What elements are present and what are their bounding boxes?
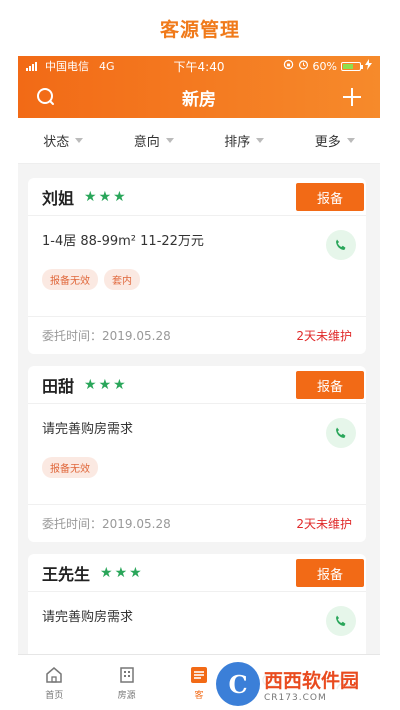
watermark-logo: C xyxy=(216,662,260,706)
phone-call-button[interactable] xyxy=(326,606,356,636)
filter-intent[interactable]: 意向 xyxy=(109,131,200,150)
watermark-name: 西西软件园 xyxy=(264,669,360,692)
maintenance-status: 2天未维护 xyxy=(296,517,352,531)
banner-title: 客源管理 xyxy=(159,18,240,41)
tag-list: 报备无效 xyxy=(42,437,352,478)
battery-percent: 60% xyxy=(312,59,337,73)
commission-date: 委托时间：2019.05.28 xyxy=(42,517,171,531)
maintenance-status: 2天未维护 xyxy=(296,329,352,343)
filter-bar: 状态 意向 排序 更多 xyxy=(18,118,380,164)
tab-label: 首页 xyxy=(45,690,64,701)
tab-label: 客 xyxy=(194,690,204,701)
phone-icon xyxy=(336,239,346,250)
app-store-banner: 客源管理 xyxy=(0,0,400,56)
filter-label: 意向 xyxy=(133,135,160,150)
filter-label: 更多 xyxy=(314,135,341,150)
report-button[interactable]: 报备 xyxy=(296,183,364,211)
phone-call-button[interactable] xyxy=(326,418,356,448)
phone-screen: 中国电信 4G 下午4:40 60% 新房 状态 意向 排序 更多 刘姐 ★★★… xyxy=(18,56,380,710)
star-rating: ★★★ xyxy=(84,188,128,205)
client-card[interactable]: 田甜 ★★★ 报备 请完善购房需求 报备无效 委托时间：2019.05.28 2… xyxy=(28,366,366,542)
clock: 下午4:40 xyxy=(173,59,225,74)
filter-status[interactable]: 状态 xyxy=(18,131,109,150)
watermark-url: CR173.COM xyxy=(264,692,327,703)
nav-bar: 新房 xyxy=(18,76,380,118)
chevron-down-icon xyxy=(75,138,84,143)
header: 中国电信 4G 下午4:40 60% 新房 xyxy=(18,56,380,118)
client-name: 田甜 xyxy=(42,376,75,396)
network-label: 4G xyxy=(99,59,115,73)
battery-icon xyxy=(341,61,363,71)
tag: 套内 xyxy=(104,269,140,290)
tag-list: 报备无效 套内 xyxy=(42,249,352,290)
chevron-down-icon xyxy=(165,138,174,143)
filter-label: 排序 xyxy=(224,135,251,150)
carrier-label: 中国电信 xyxy=(45,60,89,73)
chevron-down-icon xyxy=(346,138,355,143)
lock-rotation-icon xyxy=(283,59,294,73)
page-title: 新房 xyxy=(182,89,216,110)
list-icon xyxy=(191,666,208,683)
filter-more[interactable]: 更多 xyxy=(290,131,381,150)
client-requirements: 1-4居 88-99m² 11-22万元 xyxy=(42,234,204,249)
phone-call-button[interactable] xyxy=(326,230,356,260)
client-name: 王先生 xyxy=(42,564,91,584)
tab-listings[interactable]: 房源 xyxy=(90,655,162,710)
report-button[interactable]: 报备 xyxy=(296,371,364,399)
status-bar: 中国电信 4G 下午4:40 60% xyxy=(18,56,380,76)
star-rating: ★★★ xyxy=(84,376,128,393)
alarm-icon xyxy=(298,59,309,73)
tab-home[interactable]: 首页 xyxy=(18,655,90,710)
report-button[interactable]: 报备 xyxy=(296,559,364,587)
client-card[interactable]: 刘姐 ★★★ 报备 1-4居 88-99m² 11-22万元 报备无效 套内 委… xyxy=(28,178,366,354)
search-icon[interactable] xyxy=(32,83,60,111)
building-icon xyxy=(119,666,134,683)
site-watermark: C 西西软件园 CR173.COM xyxy=(210,660,396,708)
filter-sort[interactable]: 排序 xyxy=(199,131,290,150)
phone-icon xyxy=(336,615,346,626)
client-name: 刘姐 xyxy=(42,188,75,208)
plus-icon[interactable] xyxy=(338,83,366,111)
charging-icon xyxy=(365,59,372,73)
chevron-down-icon xyxy=(256,138,265,143)
signal-icon xyxy=(26,61,37,71)
home-icon xyxy=(46,666,62,683)
client-requirements: 请完善购房需求 xyxy=(42,610,134,625)
tag: 报备无效 xyxy=(42,457,98,478)
tag: 报备无效 xyxy=(42,269,98,290)
star-rating: ★★★ xyxy=(100,564,144,581)
client-requirements: 请完善购房需求 xyxy=(42,422,134,437)
tab-label: 房源 xyxy=(117,690,136,701)
phone-icon xyxy=(336,427,346,438)
commission-date: 委托时间：2019.05.28 xyxy=(42,329,171,343)
filter-label: 状态 xyxy=(43,135,70,150)
